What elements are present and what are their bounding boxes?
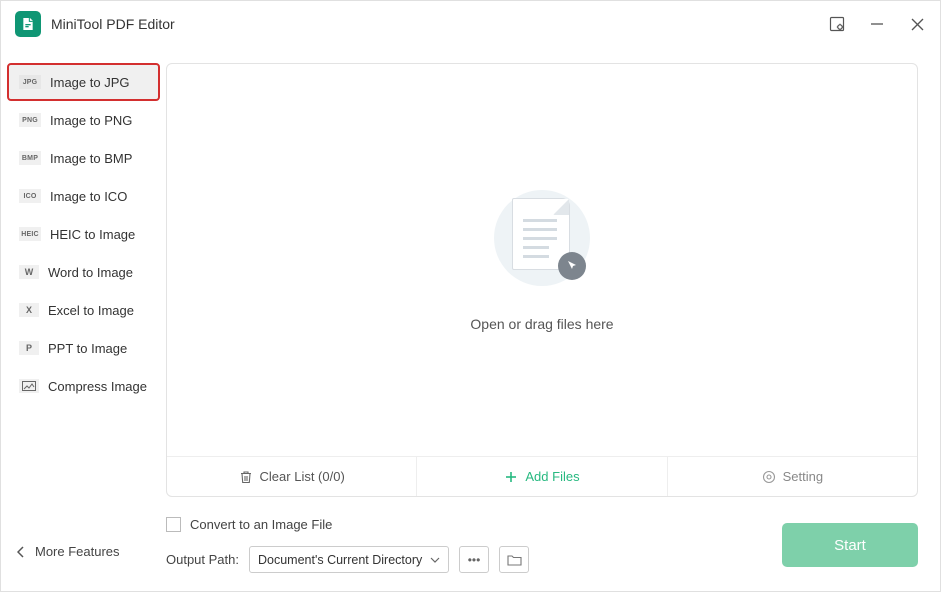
convert-checkbox-row[interactable]: Convert to an Image File [166,517,764,532]
app-logo [15,11,41,37]
format-badge-png: PNG [19,113,41,127]
sidebar-item-label: Word to Image [48,265,133,280]
more-options-button[interactable]: ••• [459,546,489,573]
convert-checkbox-label: Convert to an Image File [190,517,332,532]
clear-list-button[interactable]: Clear List (0/0) [167,457,416,496]
clear-list-label: Clear List (0/0) [260,469,345,484]
chevron-down-icon [430,557,440,563]
more-features-label: More Features [35,544,120,559]
ppt-icon: P [19,341,39,355]
action-bar: Clear List (0/0) Add Files Setting [167,456,917,496]
settings-icon[interactable] [828,15,846,33]
format-badge-ico: ICO [19,189,41,203]
start-button[interactable]: Start [782,523,918,567]
ellipsis-icon: ••• [468,553,481,567]
output-path-select[interactable]: Document's Current Directory [249,546,449,573]
document-upload-icon [492,188,592,288]
word-icon: W [19,265,39,279]
sidebar-item-label: PPT to Image [48,341,127,356]
more-features-button[interactable]: More Features [17,544,166,559]
sidebar-item-excel-to-image[interactable]: X Excel to Image [9,291,158,329]
minimize-button[interactable] [868,15,886,33]
file-panel: Open or drag files here Clear List (0/0)… [166,63,918,497]
format-badge-heic: HEIC [19,227,41,241]
app-title: MiniTool PDF Editor [51,16,175,32]
setting-label: Setting [783,469,823,484]
sidebar-item-label: Excel to Image [48,303,134,318]
output-path-label: Output Path: [166,552,239,567]
sidebar-item-image-to-jpg[interactable]: JPG Image to JPG [7,63,160,101]
trash-icon [239,470,253,484]
compress-icon [19,379,39,393]
start-button-label: Start [834,537,866,554]
add-files-label: Add Files [525,469,579,484]
sidebar-item-image-to-ico[interactable]: ICO Image to ICO [9,177,158,215]
drop-zone[interactable]: Open or drag files here [167,64,917,456]
close-button[interactable] [908,15,926,33]
main-panel: Open or drag files here Clear List (0/0)… [166,47,940,591]
sidebar-item-image-to-png[interactable]: PNG Image to PNG [9,101,158,139]
sidebar-item-label: HEIC to Image [50,227,135,242]
sidebar-item-label: Image to BMP [50,151,132,166]
sidebar-item-compress-image[interactable]: Compress Image [9,367,158,405]
footer: Convert to an Image File Output Path: Do… [166,517,918,573]
sidebar-item-word-to-image[interactable]: W Word to Image [9,253,158,291]
sidebar-item-image-to-bmp[interactable]: BMP Image to BMP [9,139,158,177]
sidebar-item-ppt-to-image[interactable]: P PPT to Image [9,329,158,367]
chevron-left-icon [17,546,25,558]
sidebar-item-label: Image to ICO [50,189,127,204]
output-path-value: Document's Current Directory [258,553,422,567]
excel-icon: X [19,303,39,317]
sidebar: JPG Image to JPG PNG Image to PNG BMP Im… [1,47,166,591]
titlebar: MiniTool PDF Editor [1,1,940,47]
format-badge-jpg: JPG [19,75,41,89]
format-badge-bmp: BMP [19,151,41,165]
gear-icon [762,470,776,484]
add-files-button[interactable]: Add Files [416,457,666,496]
sidebar-item-label: Image to JPG [50,75,129,90]
sidebar-item-label: Compress Image [48,379,147,394]
browse-folder-button[interactable] [499,546,529,573]
folder-icon [507,554,522,566]
plus-icon [504,470,518,484]
sidebar-item-heic-to-image[interactable]: HEIC HEIC to Image [9,215,158,253]
sidebar-item-label: Image to PNG [50,113,132,128]
drop-zone-hint: Open or drag files here [470,316,613,332]
convert-checkbox[interactable] [166,517,181,532]
setting-button[interactable]: Setting [667,457,917,496]
